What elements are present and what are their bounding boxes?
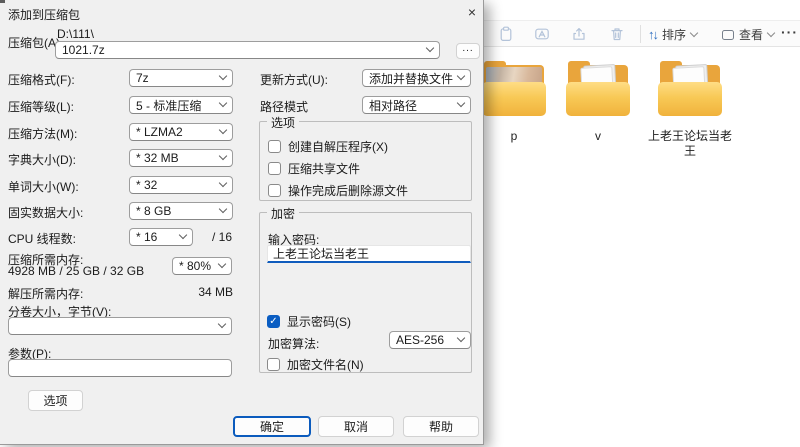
path-mode-label: 路径模式 <box>260 98 308 115</box>
browse-button[interactable]: ... <box>456 43 480 59</box>
chevron-down-icon <box>218 320 226 328</box>
checkbox-unchecked-icon <box>268 162 281 175</box>
cpu-threads-max: / 16 <box>212 230 232 244</box>
checkbox-compress-shared[interactable]: 压缩共享文件 <box>268 160 360 177</box>
memory-compress-detail: 4928 MB / 25 GB / 32 GB <box>8 264 144 278</box>
chevron-down-icon <box>219 179 227 187</box>
close-icon[interactable]: × <box>464 4 480 20</box>
rename-icon[interactable] <box>534 26 550 42</box>
options-group: 选项 创建自解压程序(X) 压缩共享文件 操作完成后删除源文件 <box>259 121 472 201</box>
chevron-down-icon <box>426 44 434 52</box>
update-mode-label: 更新方式(U): <box>260 71 328 88</box>
folder-icon <box>658 60 722 116</box>
chevron-down-icon <box>219 126 227 134</box>
update-mode-combo[interactable]: 添加并替换文件 <box>362 69 471 87</box>
folder-name: 上老王论坛当老王 <box>645 129 735 159</box>
chevron-down-icon <box>219 99 227 107</box>
format-combo[interactable]: 7z <box>129 69 233 87</box>
cpu-threads-label: CPU 线程数: <box>8 230 76 247</box>
screen: ↑↓ 排序 查看 ··· p <box>0 0 800 447</box>
dictionary-combo[interactable]: * 32 MB <box>129 149 233 167</box>
share-icon[interactable] <box>571 26 587 42</box>
encryption-group-title: 加密 <box>267 205 299 222</box>
folder-item[interactable]: 上老王论坛当老王 <box>644 60 736 159</box>
options-group-title: 选项 <box>267 114 299 131</box>
delete-icon[interactable] <box>609 26 625 42</box>
more-options-icon[interactable]: ··· <box>781 24 798 40</box>
help-button[interactable]: 帮助 <box>403 416 479 437</box>
checkbox-unchecked-icon <box>268 184 281 197</box>
folder-name: v <box>553 129 643 144</box>
memory-percent-combo[interactable]: * 80% <box>172 257 232 275</box>
folder-icon <box>566 60 630 116</box>
chevron-down-icon <box>690 28 698 36</box>
level-label: 压缩等级(L): <box>8 98 74 115</box>
view-button[interactable]: 查看 <box>722 21 774 48</box>
archive-label: 压缩包(A) <box>8 34 60 51</box>
encryption-method-label: 加密算法: <box>268 335 319 352</box>
chevron-down-icon <box>179 231 187 239</box>
cancel-button[interactable]: 取消 <box>318 416 394 437</box>
archive-directory: D:\111\ <box>57 27 94 41</box>
method-combo[interactable]: * LZMA2 <box>129 123 233 141</box>
view-layout-icon <box>722 30 734 40</box>
chevron-down-icon <box>218 260 226 268</box>
background-window-fragment <box>0 0 5 3</box>
ok-button[interactable]: 确定 <box>233 416 311 437</box>
chevron-down-icon <box>457 72 465 80</box>
sort-button[interactable]: ↑↓ 排序 <box>648 21 697 48</box>
solid-block-label: 固实数据大小: <box>8 204 83 221</box>
method-label: 压缩方法(M): <box>8 125 77 142</box>
chevron-down-icon <box>219 205 227 213</box>
format-label: 压缩格式(F): <box>8 71 75 88</box>
checkbox-checked-icon: ✓ <box>267 315 280 328</box>
path-mode-combo[interactable]: 相对路径 <box>362 96 471 114</box>
paste-icon[interactable] <box>498 26 514 42</box>
checkbox-create-sfx[interactable]: 创建自解压程序(X) <box>268 138 388 155</box>
encryption-method-combo[interactable]: AES-256 <box>389 331 471 349</box>
view-label: 查看 <box>739 26 763 43</box>
memory-decompress-value: 34 MB <box>178 285 233 299</box>
cpu-threads-combo[interactable]: * 16 <box>129 228 193 246</box>
word-size-combo[interactable]: * 32 <box>129 176 233 194</box>
word-size-label: 单词大小(W): <box>8 178 79 195</box>
dialog-title: 添加到压缩包 <box>8 6 80 23</box>
sort-arrows-icon: ↑↓ <box>648 27 657 42</box>
password-input[interactable]: 上老王论坛当老王 <box>267 245 471 263</box>
checkbox-unchecked-icon <box>267 358 280 371</box>
parameters-input[interactable] <box>8 359 232 377</box>
folder-icon <box>482 60 546 116</box>
chevron-down-icon <box>219 72 227 80</box>
solid-block-combo[interactable]: * 8 GB <box>129 202 233 220</box>
sort-label: 排序 <box>662 26 686 43</box>
archive-name-value: 1021.7z <box>62 43 427 57</box>
checkbox-show-password[interactable]: ✓ 显示密码(S) <box>267 313 351 330</box>
checkbox-encrypt-filenames[interactable]: 加密文件名(N) <box>267 356 364 373</box>
checkbox-delete-after[interactable]: 操作完成后删除源文件 <box>268 182 408 199</box>
chevron-down-icon <box>457 99 465 107</box>
memory-decompress-label: 解压所需内存: <box>8 285 83 302</box>
chevron-down-icon <box>767 28 775 36</box>
folder-item[interactable]: v <box>552 60 644 144</box>
toolbar-separator <box>640 25 641 43</box>
options-button[interactable]: 选项 <box>28 390 83 411</box>
add-to-archive-dialog: 添加到压缩包 × 压缩包(A) D:\111\ 1021.7z ... 压缩格式… <box>0 0 484 445</box>
checkbox-unchecked-icon <box>268 140 281 153</box>
level-combo[interactable]: 5 - 标准压缩 <box>129 96 233 114</box>
dictionary-label: 字典大小(D): <box>8 151 76 168</box>
volume-size-combo[interactable] <box>8 317 232 335</box>
password-value: 上老王论坛当老王 <box>273 245 369 262</box>
chevron-down-icon <box>219 152 227 160</box>
archive-name-combo[interactable]: 1021.7z <box>55 41 440 59</box>
chevron-down-icon <box>457 334 465 342</box>
